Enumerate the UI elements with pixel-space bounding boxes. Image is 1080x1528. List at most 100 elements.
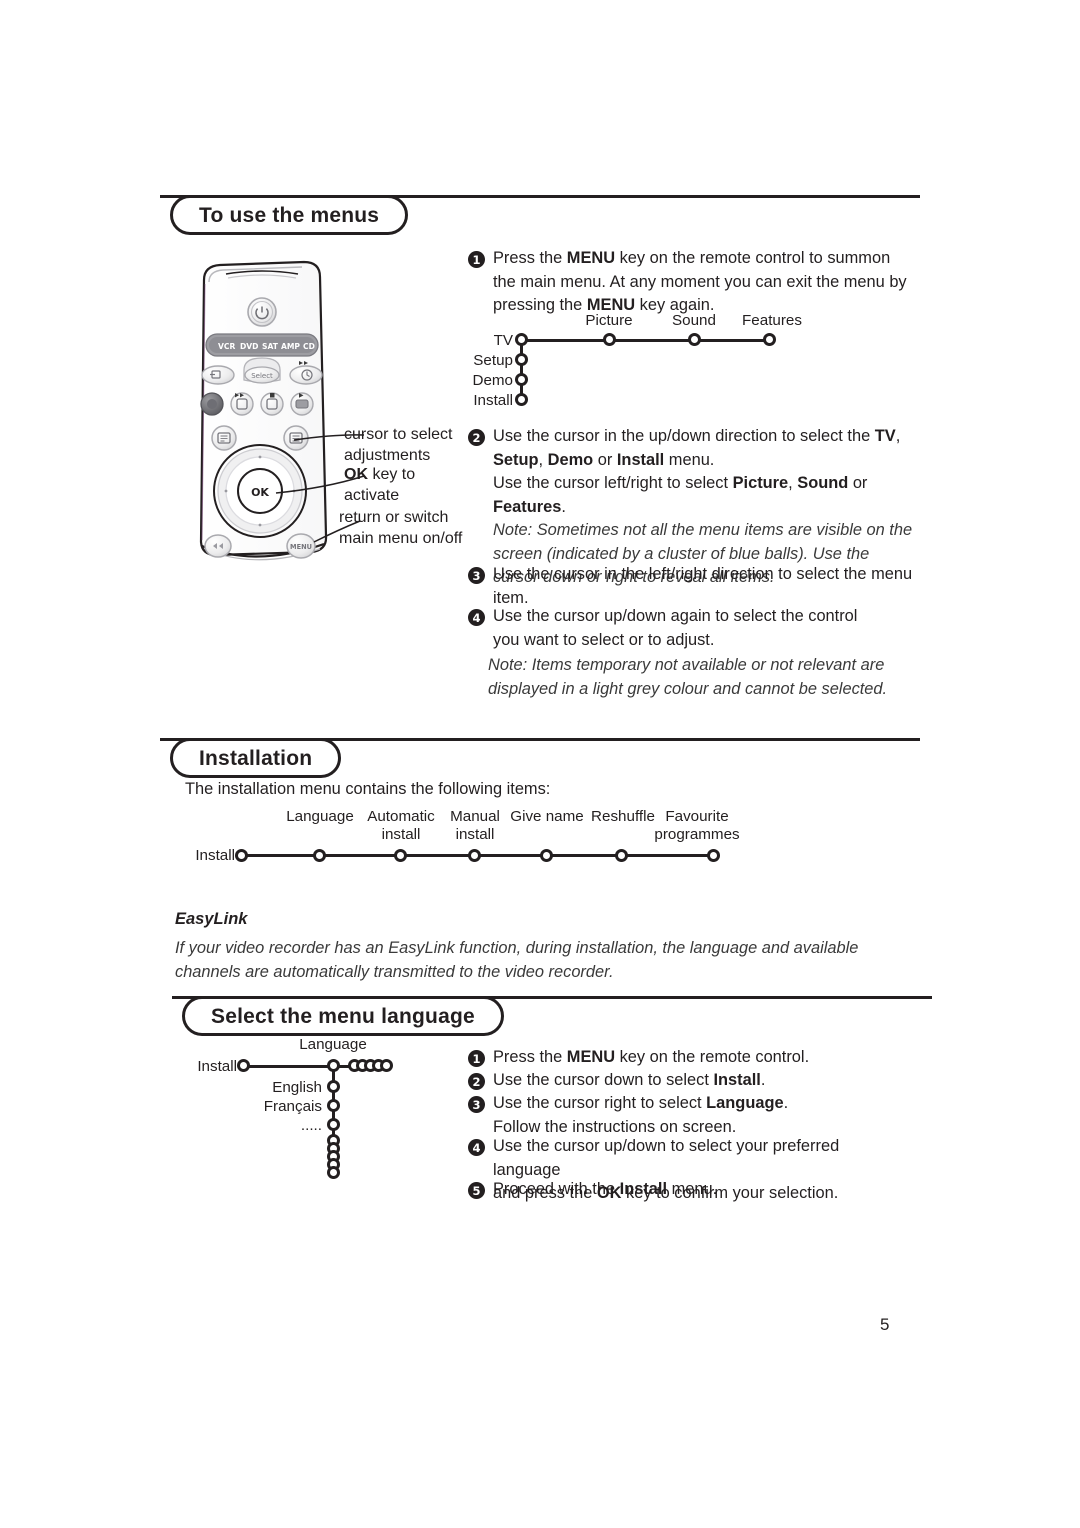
lang-step-2: 2 Use the cursor down to select Install.	[468, 1069, 898, 1093]
step-1: 1 Press the MENU key on the remote contr…	[468, 247, 908, 318]
play-icon-box	[295, 399, 309, 409]
section-title-pill: Installation	[170, 738, 342, 778]
install-diagram-root-label: Install	[195, 847, 235, 864]
callout-ok-key: OK	[344, 466, 368, 483]
callout-ok-line-1: OK key to	[344, 466, 416, 483]
tv-diagram-label-features: Features	[742, 312, 802, 329]
tv-diagram-vline	[520, 339, 523, 401]
tv-diagram-dot-install	[515, 393, 528, 406]
features-bold: Features	[493, 497, 562, 516]
ok-button-label: OK	[251, 486, 269, 499]
install-diagram-label-favourite-programmes: Favourite programmes	[654, 808, 740, 843]
callout-menu-line-1: return or switch	[339, 509, 449, 526]
language-bold: Language	[706, 1094, 784, 1112]
menus-footer-note: Note: Items temporary not available or n…	[488, 656, 888, 698]
language-diagram-label-ellipsis: .....	[300, 1117, 322, 1134]
tv-diagram-dot-sound	[688, 333, 701, 346]
lang-step-1: 1 Press the MENU key on the remote contr…	[468, 1046, 898, 1070]
picture-bold: Picture	[732, 474, 789, 492]
device-label-amp: AMP	[281, 342, 300, 351]
cursor-up-dot	[258, 455, 262, 459]
tv-diagram-label-demo: Demo	[472, 372, 513, 389]
install-diagram-dot-favourite-programmes	[707, 849, 720, 862]
cluster-ball	[327, 1166, 340, 1179]
tv-diagram-label-picture: Picture	[585, 312, 633, 329]
step-text: Use the cursor down to select Install.	[493, 1071, 766, 1089]
language-menu-diagram: Install Language English Français .....	[185, 1036, 445, 1181]
section-header-to-use-the-menus: To use the menus	[160, 190, 920, 236]
select-button-label: Select	[251, 372, 273, 380]
install-bold: Install	[619, 1180, 668, 1198]
callout-menu: return or switch main menu on/off	[339, 507, 462, 549]
step-text: Press the MENU key on the remote control…	[493, 1048, 810, 1066]
language-diagram-root-label: Install	[197, 1058, 237, 1075]
step-number: 1	[468, 251, 485, 268]
sound-bold: Sound	[797, 474, 849, 492]
lang-step-3: 3 Use the cursor right to select Languag…	[468, 1092, 898, 1139]
language-diagram-dot-more	[327, 1118, 340, 1131]
setup-bold: Setup	[493, 450, 539, 469]
step-3: 3 Use the cursor in the left/right direc…	[468, 563, 913, 610]
install-diagram-dot-give-name	[540, 849, 553, 862]
language-diagram-branch-label: Language	[299, 1036, 367, 1053]
menu-button-label: MENU	[290, 543, 312, 551]
easylink-body: If your video recorder has an EasyLink f…	[175, 939, 859, 981]
teletext-button	[211, 425, 237, 451]
step-number: 5	[468, 1182, 485, 1199]
install-menu-diagram: Install Language Automatic install Manual…	[185, 808, 785, 868]
av-source-button	[201, 365, 235, 385]
step-text: Use the cursor in the left/right directi…	[493, 565, 913, 607]
section-header-installation: Installation	[160, 733, 920, 779]
cluster-ball	[380, 1059, 393, 1072]
step-number: 1	[468, 1050, 485, 1067]
install-diagram-dot-automatic-install	[394, 849, 407, 862]
install-diagram-dot-reshuffle	[615, 849, 628, 862]
language-diagram-dot-english	[327, 1080, 340, 1093]
callout-ok-line-2: activate	[344, 487, 400, 504]
section-title-pill: Select the menu language	[182, 996, 504, 1036]
tv-diagram-dot-demo	[515, 373, 528, 386]
step-4: 4 Use the cursor up/down again to select…	[468, 605, 888, 652]
callout-cursor-line-2: adjustments	[344, 447, 431, 464]
cursor-down-dot	[258, 523, 262, 527]
tv-diagram-dot-setup	[515, 353, 528, 366]
menu-key-bold: MENU	[566, 1048, 616, 1066]
sleep-timer-button	[289, 365, 323, 385]
record-button-dot	[207, 399, 217, 409]
tv-diagram-dot-features	[763, 333, 776, 346]
install-bold: Install	[616, 450, 665, 469]
tv-diagram-hline	[521, 339, 769, 342]
tv-diagram-dot-tv	[515, 333, 528, 346]
step-text: Use the cursor right to select Language.…	[493, 1094, 789, 1136]
device-label-dvd: DVD	[240, 342, 258, 351]
step-number: 3	[468, 1096, 485, 1113]
section-title-text: To use the menus	[199, 203, 380, 227]
callout-ok: OK key to activate	[344, 464, 415, 506]
device-label-sat: SAT	[262, 342, 279, 351]
language-diagram-label-francais: Français	[263, 1098, 322, 1115]
device-label-cd: CD	[303, 342, 315, 351]
install-diagram-dot-root	[235, 849, 248, 862]
language-diagram-hline	[243, 1065, 333, 1068]
tv-diagram-label-sound: Sound	[672, 312, 716, 329]
device-label-vcr: VCR	[218, 342, 235, 351]
language-diagram-cluster-horizontal	[348, 1059, 408, 1073]
installation-intro: The installation menu contains the follo…	[185, 780, 551, 798]
step-text: Press the MENU key on the remote control…	[493, 249, 907, 314]
install-diagram-dot-manual-install	[468, 849, 481, 862]
page-number: 5	[880, 1315, 890, 1334]
callout-menu-line-2: main menu on/off	[339, 530, 463, 547]
step-number: 2	[468, 1073, 485, 1090]
language-diagram-label-english: English	[272, 1079, 322, 1096]
tv-bold: TV	[874, 427, 896, 445]
tv-diagram-label-tv: TV	[493, 332, 513, 349]
language-diagram-dot-language	[327, 1059, 340, 1072]
stop-square-icon	[270, 393, 275, 398]
language-diagram-cluster-vertical	[327, 1134, 341, 1194]
callout-cursor: cursor to select adjustments	[344, 424, 452, 466]
install-bold: Install	[713, 1071, 761, 1089]
section-title-text: Select the menu language	[211, 1004, 475, 1028]
cursor-left-dot	[224, 489, 228, 493]
demo-bold: Demo	[547, 450, 594, 469]
install-diagram-dot-language	[313, 849, 326, 862]
